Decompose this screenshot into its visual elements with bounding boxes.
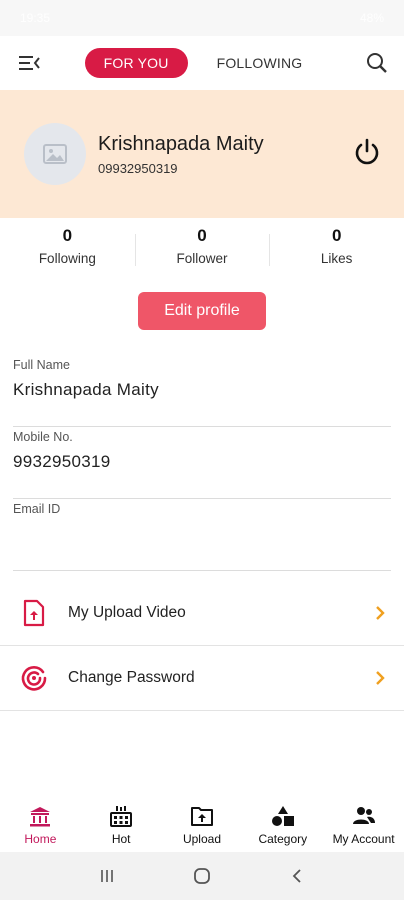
profile-header: Krishnapada Maity 09932950319	[0, 90, 404, 218]
bottom-nav-label: Home	[24, 832, 57, 846]
chevron-right-icon	[376, 606, 385, 620]
stat-value: 0	[331, 226, 342, 245]
tab-following[interactable]: FOLLOWING	[198, 48, 322, 78]
bottom-nav-label: Upload	[182, 832, 221, 846]
status-battery: 48%	[359, 11, 384, 25]
image-placeholder-icon	[43, 144, 67, 164]
recent-apps-icon[interactable]	[96, 865, 118, 887]
home-icon	[27, 804, 53, 828]
stat-label: Likes	[320, 251, 353, 266]
bottom-nav-upload[interactable]: Upload	[162, 800, 243, 852]
feed-tabs: FOR YOU FOLLOWING	[84, 48, 322, 78]
field-value: Krishnapada Maity	[13, 380, 159, 399]
status-bar: 19:35 48%	[0, 0, 404, 36]
full-name-field[interactable]: Full Name Krishnapada Maity	[13, 355, 391, 427]
stat-likes[interactable]: 0 Likes	[269, 226, 404, 282]
stat-follower[interactable]: 0 Follower	[134, 226, 270, 282]
account-menu: My Upload Video Change Password	[0, 581, 404, 711]
field-value: 9932950319	[13, 452, 111, 471]
upload-icon	[189, 804, 215, 828]
field-label: Email ID	[13, 502, 61, 516]
upload-file-icon	[20, 599, 48, 627]
field-label: Mobile No.	[13, 430, 73, 444]
stat-following[interactable]: 0 Following	[0, 226, 135, 282]
profile-fields: Full Name Krishnapada Maity Mobile No. 9…	[0, 355, 404, 571]
category-icon	[270, 804, 296, 828]
bottom-nav-my-account[interactable]: My Account	[323, 800, 404, 852]
menu-item-change-password[interactable]: Change Password	[0, 646, 404, 711]
profile-name: Krishnapada Maity	[98, 132, 264, 155]
menu-item-my-upload-video[interactable]: My Upload Video	[0, 581, 404, 646]
search-icon[interactable]	[364, 50, 390, 76]
stat-value: 0	[197, 226, 207, 245]
bottom-nav-category[interactable]: Category	[242, 800, 323, 852]
bottom-nav-label: Hot	[111, 832, 131, 846]
power-icon[interactable]	[352, 137, 382, 167]
avatar[interactable]	[24, 123, 86, 185]
menu-item-label: Change Password	[68, 669, 195, 686]
edit-profile-button[interactable]: Edit profile	[138, 292, 266, 330]
bottom-nav-label: Category	[258, 832, 308, 846]
top-nav: FOR YOU FOLLOWING	[0, 36, 404, 90]
status-time: 19:35	[20, 11, 51, 25]
home-button-icon[interactable]	[191, 865, 213, 887]
stat-label: Follower	[176, 251, 228, 266]
system-nav-bar	[0, 852, 404, 900]
profile-info: Krishnapada Maity 09932950319	[98, 133, 264, 176]
chevron-right-icon	[376, 671, 385, 685]
profile-stats: 0 Following 0 Follower 0 Likes	[0, 226, 404, 282]
bottom-nav-hot[interactable]: Hot	[81, 800, 162, 852]
account-icon	[351, 804, 377, 828]
bottom-nav-label: My Account	[332, 832, 395, 846]
back-icon[interactable]	[286, 865, 308, 887]
profile-phone: 09932950319	[98, 160, 178, 176]
bottom-nav: Home Hot Upload Category My Account	[0, 800, 404, 852]
hot-icon	[108, 804, 134, 828]
menu-icon[interactable]	[18, 51, 42, 75]
stat-value: 0	[62, 226, 73, 245]
email-field[interactable]: Email ID	[13, 499, 391, 571]
tab-for-you[interactable]: FOR YOU	[84, 48, 188, 78]
menu-item-label: My Upload Video	[68, 604, 186, 621]
mobile-field[interactable]: Mobile No. 9932950319	[13, 427, 391, 499]
password-icon	[20, 664, 48, 692]
bottom-nav-home[interactable]: Home	[0, 800, 81, 852]
stat-label: Following	[38, 251, 96, 266]
field-label: Full Name	[13, 358, 70, 372]
